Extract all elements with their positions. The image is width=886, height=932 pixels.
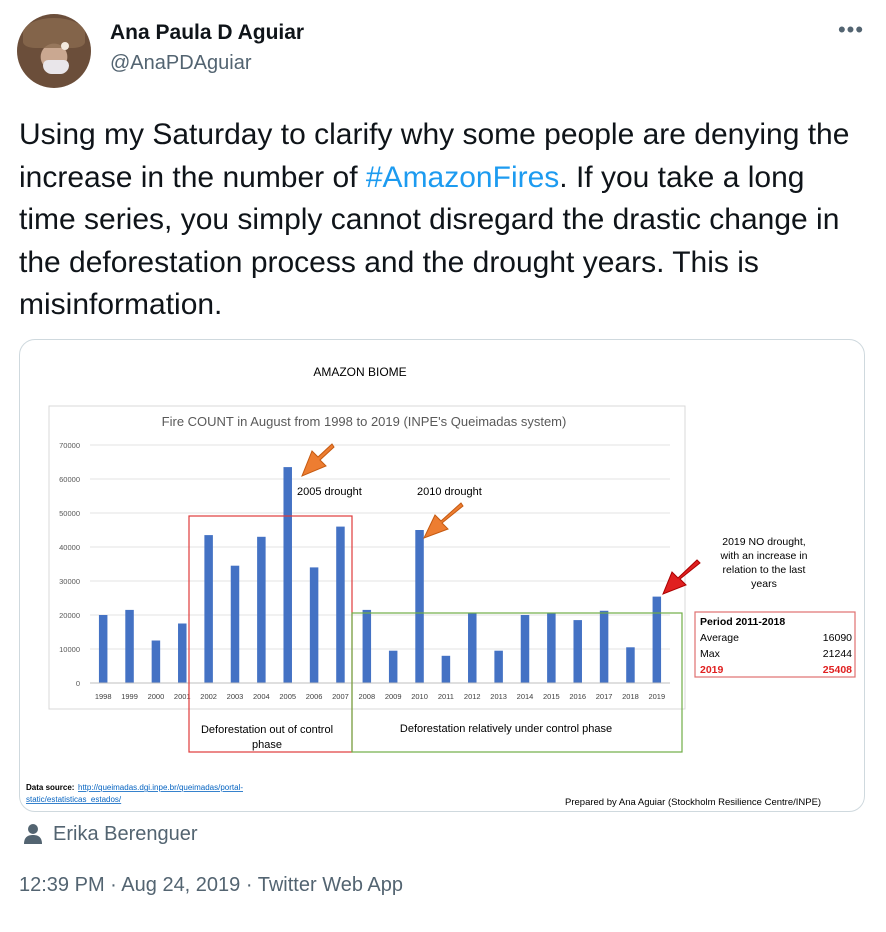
bar-1999 xyxy=(125,609,134,683)
x-tick-label: 2005 xyxy=(279,692,296,701)
phase-label-under-control: Deforestation relatively under control p… xyxy=(400,723,612,735)
bar-2018 xyxy=(626,647,635,683)
avatar-mask xyxy=(43,60,69,74)
tagged-users[interactable]: Erika Berenguer xyxy=(19,820,198,848)
bar-2019 xyxy=(652,596,662,683)
bar-2008 xyxy=(362,609,372,683)
tagged-user-name[interactable]: Erika Berenguer xyxy=(53,823,198,846)
x-tick-label: 2011 xyxy=(438,692,454,701)
bar-2017 xyxy=(599,610,609,683)
bar-2006 xyxy=(309,567,319,683)
x-tick-label: 2014 xyxy=(517,692,534,701)
y-tick-label: 60000 xyxy=(59,475,80,484)
annotation-2005-drought: 2005 drought xyxy=(297,486,362,498)
x-tick-label: 2004 xyxy=(253,692,270,701)
annotation-2019-line-4: years xyxy=(751,578,777,590)
bar-2009 xyxy=(388,650,398,683)
annotation-2010-drought: 2010 drought xyxy=(417,486,482,498)
x-tick-label: 2013 xyxy=(490,692,507,701)
period-2019-value: 25408 xyxy=(823,664,852,676)
annotation-2019-line-2: with an increase in xyxy=(720,550,808,562)
person-icon xyxy=(24,824,42,844)
bar-2012 xyxy=(468,613,477,683)
bar-2000 xyxy=(151,640,161,683)
bar-2005 xyxy=(283,467,292,683)
meta-separator: · xyxy=(110,874,117,896)
author-handle[interactable]: @AnaPDAguiar xyxy=(110,52,251,75)
y-tick-label: 0 xyxy=(76,679,80,688)
y-tick-label: 40000 xyxy=(59,543,80,552)
hashtag-link[interactable]: #AmazonFires xyxy=(366,161,559,194)
annotation-2019-line-1: 2019 NO drought, xyxy=(722,536,805,548)
fire-count-chart: AMAZON BIOME Fire COUNT in August from 1… xyxy=(26,365,856,808)
annotation-2019-line-3: relation to the last xyxy=(723,564,806,576)
x-tick-label: 2001 xyxy=(174,692,191,701)
bar-2001 xyxy=(178,623,187,683)
bar-2014 xyxy=(520,615,530,683)
x-tick-label: 2010 xyxy=(411,692,428,701)
data-source-label: Data source: xyxy=(26,783,74,792)
x-tick-label: 2008 xyxy=(358,692,375,701)
chart-header: AMAZON BIOME xyxy=(313,365,406,379)
more-horizontal-icon[interactable]: ••• xyxy=(836,19,866,44)
x-tick-label: 2000 xyxy=(148,692,165,701)
x-tick-label: 2012 xyxy=(464,692,481,701)
avatar-hair xyxy=(23,18,85,48)
phase-label-out-of-control-1: Deforestation out of control xyxy=(201,724,333,736)
avatar-highlight xyxy=(61,42,69,50)
y-tick-label: 10000 xyxy=(59,645,80,654)
y-tick-label: 70000 xyxy=(59,441,80,450)
x-tick-label: 2018 xyxy=(622,692,639,701)
data-source-link-2: static/estatisticas_estados/ xyxy=(26,795,122,804)
period-max-label: Max xyxy=(700,648,721,660)
y-tick-label: 30000 xyxy=(59,577,80,586)
period-average-label: Average xyxy=(700,632,739,644)
bar-2011 xyxy=(441,655,451,683)
bar-2013 xyxy=(494,650,503,683)
chart-title: Fire COUNT in August from 1998 to 2019 (… xyxy=(162,414,567,429)
bar-2016 xyxy=(573,620,582,683)
x-tick-label: 2006 xyxy=(306,692,323,701)
meta-separator: · xyxy=(245,874,253,896)
bar-2003 xyxy=(230,565,240,683)
data-source-link-1: http://queimadas.dgi.inpe.br/queimadas/p… xyxy=(78,783,243,792)
x-tick-label: 2009 xyxy=(385,692,402,701)
x-tick-label: 1999 xyxy=(121,692,138,701)
x-tick-label: 2002 xyxy=(200,692,217,701)
tweet-date[interactable]: Aug 24, 2019 xyxy=(121,874,240,896)
x-tick-label: 1998 xyxy=(95,692,112,701)
period-max-value: 21244 xyxy=(823,648,852,660)
phase-label-out-of-control-2: phase xyxy=(252,739,282,751)
tweet-time[interactable]: 12:39 PM xyxy=(19,874,105,896)
chart-credit: Prepared by Ana Aguiar (Stockholm Resili… xyxy=(565,797,821,808)
author-name[interactable]: Ana Paula D Aguiar xyxy=(110,21,304,45)
bar-2015 xyxy=(547,613,556,683)
x-tick-label: 2015 xyxy=(543,692,560,701)
bar-2007 xyxy=(336,526,345,683)
bar-2010 xyxy=(415,530,424,683)
x-tick-label: 2003 xyxy=(227,692,244,701)
avatar[interactable] xyxy=(17,14,91,88)
bar-2002 xyxy=(204,535,213,683)
x-tick-label: 2017 xyxy=(596,692,613,701)
period-average-value: 16090 xyxy=(823,632,852,644)
period-2019-label: 2019 xyxy=(700,664,724,676)
tweet-meta: 12:39 PM · Aug 24, 2019 · Twitter Web Ap… xyxy=(19,874,403,897)
y-tick-label: 50000 xyxy=(59,509,80,518)
tweet-source[interactable]: Twitter Web App xyxy=(258,874,403,896)
bar-2004 xyxy=(257,536,266,683)
x-tick-label: 2007 xyxy=(332,692,349,701)
media-image[interactable]: AMAZON BIOME Fire COUNT in August from 1… xyxy=(19,339,865,812)
tweet-text: Using my Saturday to clarify why some pe… xyxy=(19,114,869,327)
x-tick-label: 2016 xyxy=(569,692,586,701)
period-title: Period 2011-2018 xyxy=(700,616,785,628)
x-tick-label: 2019 xyxy=(648,692,665,701)
bar-1998 xyxy=(98,615,108,683)
y-tick-label: 20000 xyxy=(59,611,80,620)
